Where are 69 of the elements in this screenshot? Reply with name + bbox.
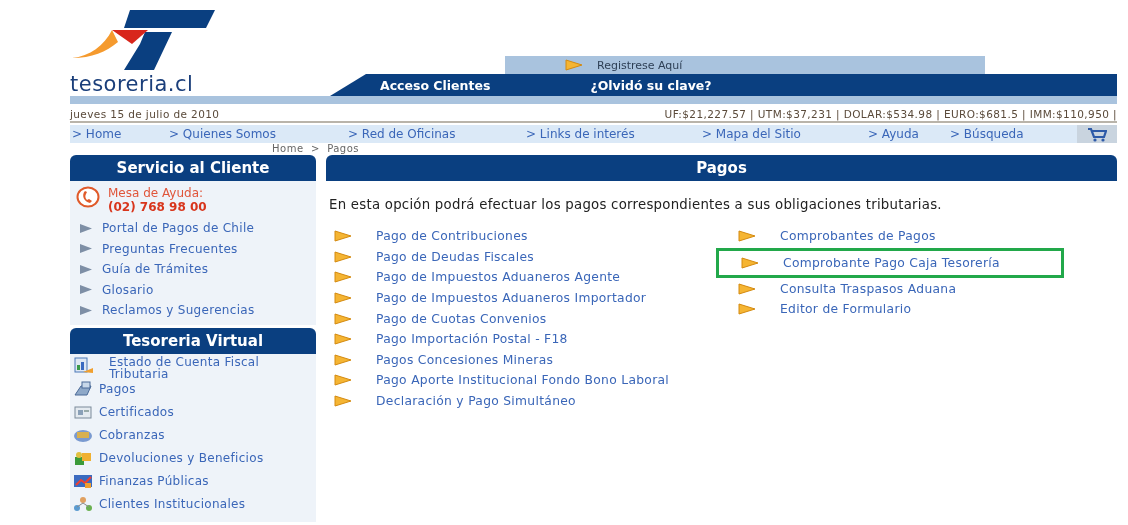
triangle-icon — [334, 374, 352, 387]
payment-link[interactable]: Consulta Traspasos Aduana — [780, 281, 957, 296]
intro-text: En esta opción podrá efectuar los pagos correspondientes a sus obligaciones tributarias. — [329, 197, 943, 212]
indicators-text: UF:$21,227.57 | UTM:$37,231 | DOLAR:$534.98 | EURO:$681.5 | IMM:$110,950 | — [664, 108, 1117, 120]
cart-icon — [1087, 126, 1107, 142]
sidebar-link[interactable]: Guía de Trámites — [102, 262, 209, 277]
triangle-icon — [334, 292, 352, 305]
triangle-icon — [741, 256, 759, 269]
phone-icon — [76, 186, 100, 208]
triangle-icon — [334, 353, 352, 366]
sidebar-link[interactable]: Certificados — [99, 402, 175, 419]
payment-link[interactable]: Pago de Cuotas Convenios — [376, 311, 547, 326]
triangle-icon — [738, 282, 756, 295]
triangle-icon — [334, 333, 352, 346]
sidebar-link[interactable]: Clientes Institucionales — [99, 494, 246, 511]
triangle-icon — [334, 250, 352, 263]
triangle-icon — [334, 395, 352, 408]
payment-link[interactable]: Comprobante Pago Caja Tesorería — [783, 255, 1000, 270]
triangle-icon — [79, 284, 93, 296]
sidebar-link[interactable]: Pagos — [99, 379, 136, 396]
help-label: Mesa de Ayuda: — [108, 186, 205, 200]
payment-link[interactable]: Pago Aporte Institucional Fondo Bono Laboral — [376, 373, 670, 388]
chart-document-icon — [73, 355, 93, 374]
payment-link[interactable]: Pago de Deudas Fiscales — [376, 249, 534, 264]
nav-link[interactable]: > Home — [70, 127, 167, 141]
nav-link[interactable]: > Ayuda — [866, 127, 948, 141]
client-access-link[interactable]: Acceso Clientes — [380, 77, 491, 93]
nav-link[interactable]: > Red de Oficinas — [346, 127, 524, 141]
payment-link[interactable]: Declaración y Pago Simultáneo — [376, 394, 576, 409]
cart-button[interactable] — [1077, 125, 1117, 143]
sidebar-link[interactable]: Cobranzas — [99, 425, 165, 442]
triangle-icon — [565, 59, 583, 71]
forgot-password-link[interactable]: ¿Olvidó su clave? — [590, 77, 712, 93]
sidebar-link[interactable]: Finanzas Públicas — [99, 471, 209, 488]
help-phone: (02) 768 98 00 — [108, 200, 207, 214]
logo-text[interactable]: tesoreria.cl — [70, 72, 194, 96]
breadcrumb: Home > Pagos — [272, 143, 360, 155]
panel-header: Tesoreria Virtual — [70, 327, 316, 354]
triangle-icon — [738, 303, 756, 316]
payment-link[interactable]: Comprobantes de Pagos — [780, 229, 936, 244]
register-link[interactable]: Registrese Aquí — [597, 58, 683, 72]
section-header: Pagos — [326, 155, 1117, 181]
triangle-icon — [334, 271, 352, 284]
payment-link[interactable]: Editor de Formulario — [780, 302, 912, 317]
sidebar-link[interactable]: Estado de Cuenta Fiscal Tributaria — [99, 355, 313, 380]
nav-link[interactable]: > Mapa del Sitio — [700, 127, 866, 141]
triangle-icon — [79, 304, 93, 316]
payment-link[interactable]: Pagos Concesiones Mineras — [376, 352, 554, 367]
triangle-icon — [738, 230, 756, 243]
sidebar-link[interactable]: Portal de Pagos de Chile — [102, 221, 255, 236]
nav-link[interactable]: > Quienes Somos — [167, 127, 346, 141]
payment-link[interactable]: Pago Importación Postal - F18 — [376, 332, 568, 347]
triangle-icon — [334, 230, 352, 243]
sidebar-link[interactable]: Devoluciones y Beneficios — [99, 448, 264, 465]
triangle-icon — [79, 222, 93, 234]
sidebar-link[interactable]: Glosario — [102, 282, 154, 297]
triangle-icon — [79, 263, 93, 275]
payment-link[interactable]: Pago de Contribuciones — [376, 229, 528, 244]
triangle-icon — [79, 243, 93, 255]
panel-header: Servicio al Cliente — [70, 155, 316, 181]
date-text: jueves 15 de julio de 2010 — [70, 108, 220, 120]
sidebar-link[interactable]: Reclamos y Sugerencias — [102, 303, 255, 318]
payment-link[interactable]: Pago de Impuestos Aduaneros Importador — [376, 291, 647, 306]
nav-link[interactable]: > Links de interés — [524, 127, 700, 141]
payment-link[interactable]: Pago de Impuestos Aduaneros Agente — [376, 270, 621, 285]
sidebar-link[interactable]: Preguntas Frecuentes — [102, 241, 238, 256]
nav-link[interactable]: > Búsqueda — [948, 127, 1070, 141]
triangle-icon — [334, 312, 352, 325]
people-icon — [73, 494, 93, 513]
